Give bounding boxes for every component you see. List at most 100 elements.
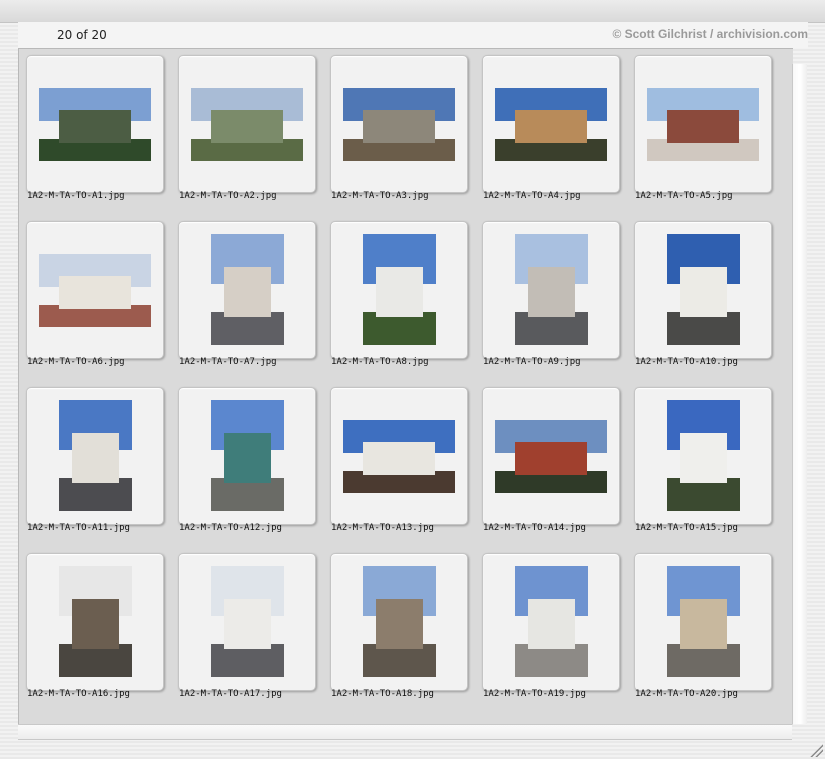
- thumbnail-cell[interactable]: 1A2-M-TA-TO-A20.jpg: [627, 547, 779, 713]
- thumbnail-cell[interactable]: 1A2-M-TA-TO-A3.jpg: [323, 49, 475, 215]
- photo-subject-region: [680, 267, 727, 318]
- thumbnail-filename: 1A2-M-TA-TO-A11.jpg: [27, 523, 130, 533]
- thumbnail-slide[interactable]: [26, 221, 164, 359]
- thumbnail-image[interactable]: [363, 234, 436, 345]
- thumbnail-cell[interactable]: 1A2-M-TA-TO-A8.jpg: [323, 215, 475, 381]
- thumbnail-slide[interactable]: [330, 387, 468, 525]
- thumbnail-filename: 1A2-M-TA-TO-A16.jpg: [27, 689, 130, 699]
- photo-subject-region: [376, 267, 423, 318]
- thumbnail-slide[interactable]: [482, 221, 620, 359]
- thumbnail-image[interactable]: [363, 566, 436, 677]
- thumbnail-cell[interactable]: 1A2-M-TA-TO-A18.jpg: [323, 547, 475, 713]
- thumbnail-slide[interactable]: [330, 55, 468, 193]
- thumbnail-cell[interactable]: 1A2-M-TA-TO-A17.jpg: [171, 547, 323, 713]
- photo-subject-region: [211, 109, 283, 143]
- thumbnail-slide[interactable]: [26, 553, 164, 691]
- thumbnail-filename: 1A2-M-TA-TO-A8.jpg: [331, 357, 429, 367]
- vertical-scrollbar[interactable]: [792, 64, 807, 724]
- thumbnail-filename: 1A2-M-TA-TO-A15.jpg: [635, 523, 738, 533]
- thumbnail-filename: 1A2-M-TA-TO-A14.jpg: [483, 523, 586, 533]
- thumbnail-image[interactable]: [191, 88, 303, 161]
- thumbnail-cell[interactable]: 1A2-M-TA-TO-A1.jpg: [19, 49, 171, 215]
- thumbnail-filename: 1A2-M-TA-TO-A3.jpg: [331, 191, 429, 201]
- photo-subject-region: [515, 441, 587, 475]
- thumbnail-slide[interactable]: [634, 221, 772, 359]
- thumbnail-cell[interactable]: 1A2-M-TA-TO-A14.jpg: [475, 381, 627, 547]
- thumbnail-image[interactable]: [59, 400, 132, 511]
- thumbnail-cell[interactable]: 1A2-M-TA-TO-A2.jpg: [171, 49, 323, 215]
- photo-subject-region: [528, 599, 575, 650]
- photo-subject-region: [667, 109, 739, 143]
- thumbnail-cell[interactable]: 1A2-M-TA-TO-A7.jpg: [171, 215, 323, 381]
- thumbnail-filename: 1A2-M-TA-TO-A12.jpg: [179, 523, 282, 533]
- thumbnail-slide[interactable]: [26, 387, 164, 525]
- thumbnail-cell[interactable]: 1A2-M-TA-TO-A11.jpg: [19, 381, 171, 547]
- thumbnail-filename: 1A2-M-TA-TO-A4.jpg: [483, 191, 581, 201]
- photo-subject-region: [528, 267, 575, 318]
- thumbnail-image[interactable]: [59, 566, 132, 677]
- thumbnail-cell[interactable]: 1A2-M-TA-TO-A6.jpg: [19, 215, 171, 381]
- thumbnail-image[interactable]: [515, 234, 588, 345]
- thumbnail-image[interactable]: [39, 254, 151, 327]
- thumbnail-cell[interactable]: 1A2-M-TA-TO-A4.jpg: [475, 49, 627, 215]
- thumbnail-cell[interactable]: 1A2-M-TA-TO-A10.jpg: [627, 215, 779, 381]
- thumbnail-slide[interactable]: [330, 221, 468, 359]
- photo-subject-region: [363, 109, 435, 143]
- thumbnail-image[interactable]: [667, 566, 740, 677]
- thumbnail-cell[interactable]: 1A2-M-TA-TO-A19.jpg: [475, 547, 627, 713]
- thumbnail-slide[interactable]: [178, 553, 316, 691]
- window-title-bar: [0, 0, 825, 23]
- thumbnail-slide[interactable]: [634, 387, 772, 525]
- photo-subject-region: [224, 433, 271, 484]
- photo-subject-region: [680, 599, 727, 650]
- thumbnail-filename: 1A2-M-TA-TO-A20.jpg: [635, 689, 738, 699]
- thumbnail-cell[interactable]: 1A2-M-TA-TO-A13.jpg: [323, 381, 475, 547]
- resize-grip-icon[interactable]: [809, 743, 823, 757]
- thumbnail-image[interactable]: [667, 400, 740, 511]
- thumbnail-slide[interactable]: [482, 553, 620, 691]
- thumbnail-slide[interactable]: [178, 387, 316, 525]
- photo-subject-region: [224, 267, 271, 318]
- thumbnail-image[interactable]: [211, 566, 284, 677]
- thumbnail-cell[interactable]: 1A2-M-TA-TO-A16.jpg: [19, 547, 171, 713]
- thumbnail-filename: 1A2-M-TA-TO-A17.jpg: [179, 689, 282, 699]
- photo-subject-region: [72, 433, 119, 484]
- thumbnail-filename: 1A2-M-TA-TO-A18.jpg: [331, 689, 434, 699]
- thumbnail-image[interactable]: [515, 566, 588, 677]
- horizontal-scrollbar[interactable]: [18, 724, 792, 740]
- thumbnail-cell[interactable]: 1A2-M-TA-TO-A9.jpg: [475, 215, 627, 381]
- photo-subject-region: [59, 275, 131, 309]
- thumbnail-slide[interactable]: [330, 553, 468, 691]
- browser-header: 20 of 20 © Scott Gilchrist / archivision…: [18, 22, 808, 48]
- thumbnail-image[interactable]: [667, 234, 740, 345]
- photo-subject-region: [224, 599, 271, 650]
- thumbnail-image[interactable]: [343, 88, 455, 161]
- thumbnail-filename: 1A2-M-TA-TO-A10.jpg: [635, 357, 738, 367]
- thumbnail-image[interactable]: [343, 420, 455, 493]
- copyright-credit: © Scott Gilchrist / archivision.com: [612, 27, 808, 41]
- thumbnail-slide[interactable]: [634, 553, 772, 691]
- thumbnail-slide[interactable]: [482, 55, 620, 193]
- photo-subject-region: [376, 599, 423, 650]
- thumbnail-filename: 1A2-M-TA-TO-A9.jpg: [483, 357, 581, 367]
- photo-subject-region: [72, 599, 119, 650]
- thumbnail-cell[interactable]: 1A2-M-TA-TO-A5.jpg: [627, 49, 779, 215]
- thumbnail-slide[interactable]: [178, 221, 316, 359]
- thumbnail-image[interactable]: [495, 88, 607, 161]
- thumbnail-slide[interactable]: [482, 387, 620, 525]
- thumbnail-image[interactable]: [495, 420, 607, 493]
- thumbnail-cell[interactable]: 1A2-M-TA-TO-A12.jpg: [171, 381, 323, 547]
- thumbnail-slide[interactable]: [634, 55, 772, 193]
- photo-subject-region: [363, 441, 435, 475]
- thumbnail-filename: 1A2-M-TA-TO-A7.jpg: [179, 357, 277, 367]
- thumbnail-filename: 1A2-M-TA-TO-A5.jpg: [635, 191, 733, 201]
- thumbnail-filename: 1A2-M-TA-TO-A2.jpg: [179, 191, 277, 201]
- thumbnail-image[interactable]: [211, 234, 284, 345]
- image-count-label: 20 of 20: [57, 28, 107, 42]
- thumbnail-image[interactable]: [211, 400, 284, 511]
- thumbnail-image[interactable]: [39, 88, 151, 161]
- thumbnail-slide[interactable]: [26, 55, 164, 193]
- thumbnail-slide[interactable]: [178, 55, 316, 193]
- thumbnail-cell[interactable]: 1A2-M-TA-TO-A15.jpg: [627, 381, 779, 547]
- thumbnail-image[interactable]: [647, 88, 759, 161]
